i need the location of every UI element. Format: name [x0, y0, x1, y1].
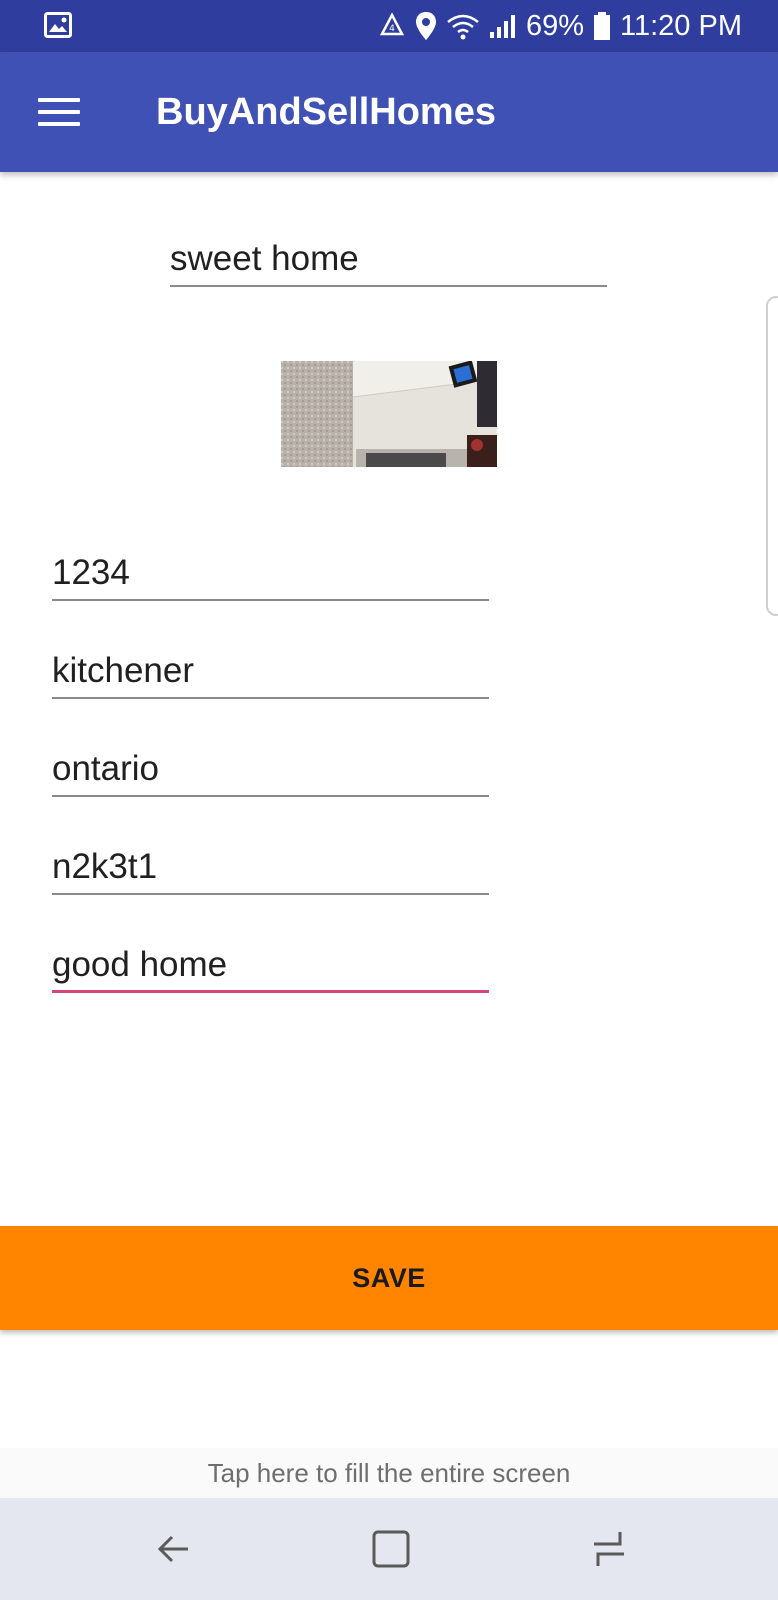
postal-code-input[interactable]: n2k3t1: [52, 845, 489, 895]
status-bar: 4 69% 11:20 PM: [0, 0, 778, 52]
city-input[interactable]: kitchener: [52, 649, 489, 699]
wifi-icon: [447, 14, 479, 40]
app-title: BuyAndSellHomes: [156, 91, 496, 133]
recent-apps-icon[interactable]: [586, 1526, 632, 1572]
province-input[interactable]: ontario: [52, 747, 489, 797]
fill-screen-hint[interactable]: Tap here to fill the entire screen: [0, 1448, 778, 1498]
svg-text:4: 4: [389, 24, 395, 34]
gallery-icon: [44, 12, 72, 38]
location-icon: [415, 12, 436, 40]
app-bar: BuyAndSellHomes: [0, 52, 778, 172]
scroll-handle[interactable]: [766, 296, 778, 616]
save-button[interactable]: SAVE: [0, 1226, 778, 1330]
recycle-icon: 4: [379, 12, 405, 36]
title-input[interactable]: sweet home: [170, 237, 607, 287]
clock: 11:20 PM: [620, 9, 742, 42]
description-input[interactable]: good home: [52, 943, 489, 993]
back-icon[interactable]: [152, 1526, 198, 1572]
address-number-input[interactable]: 1234: [52, 551, 489, 601]
home-icon[interactable]: [368, 1526, 414, 1572]
signal-icon: [489, 15, 515, 38]
hamburger-menu-icon[interactable]: [38, 98, 82, 128]
navigation-bar: [0, 1498, 778, 1600]
battery-percentage: 69%: [525, 9, 585, 42]
battery-icon: [594, 12, 611, 40]
room-photo: [281, 361, 497, 467]
